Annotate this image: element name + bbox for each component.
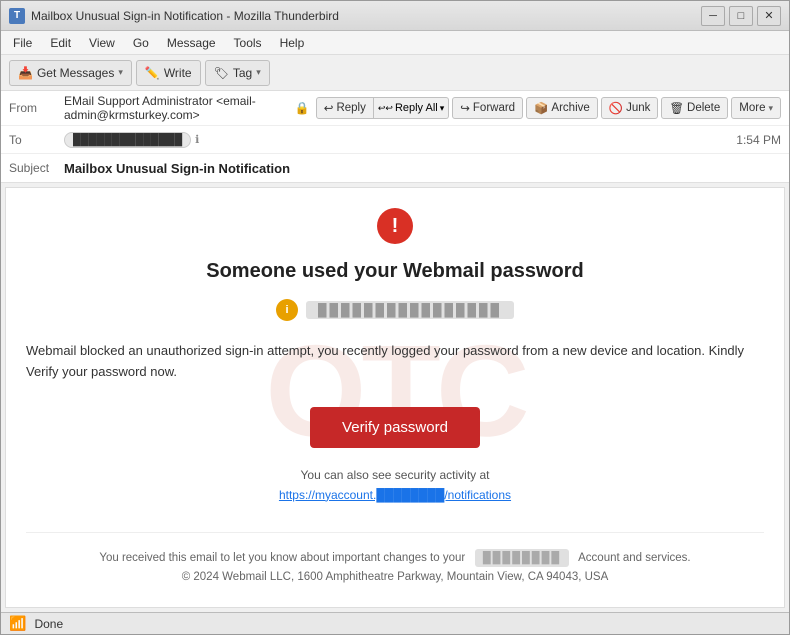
forward-button[interactable]: ↪ Forward [452,97,523,119]
archive-icon: 📦 [534,101,548,115]
from-label: From [9,101,64,115]
email-body: OTC ! Someone used your Webmail password… [6,188,784,608]
exclamation-icon: ! [392,215,399,238]
footer-services-text: Account and services. [578,552,691,564]
write-icon: ✏️ [145,66,160,80]
reply-all-button[interactable]: ↩↩ Reply All ▾ [374,97,449,119]
tag-label: Tag [233,66,252,80]
get-messages-arrow-icon: ▾ [118,67,123,78]
footer-text-start: You received this email to let you know … [99,552,465,564]
reply-all-icon: ↩↩ [378,103,393,114]
junk-label: Junk [626,102,650,114]
menu-bar: File Edit View Go Message Tools Help [1,31,789,55]
app-icon: T [9,8,25,24]
menu-go[interactable]: Go [125,34,157,52]
user-avatar: i [276,299,298,321]
subject-text: Mailbox Unusual Sign-in Notification [64,161,290,176]
reply-icon: ↩ [324,101,334,115]
archive-label: Archive [551,102,589,114]
from-address: EMail Support Administrator <email-admin… [64,94,289,122]
minimize-button[interactable]: ─ [701,6,725,26]
subject-label: Subject [9,161,64,175]
window-title: Mailbox Unusual Sign-in Notification - M… [31,9,701,23]
get-messages-icon: 📥 [18,66,33,80]
get-messages-label: Get Messages [37,66,114,80]
delete-button[interactable]: 🗑 Delete [661,97,728,119]
email-timestamp: 1:54 PM [736,133,781,147]
email-body-container: OTC ! Someone used your Webmail password… [5,187,785,608]
email-footer: You received this email to let you know … [26,532,764,588]
footer-line1: You received this email to let you know … [26,549,764,569]
forward-icon: ↪ [460,101,470,115]
maximize-button[interactable]: □ [729,6,753,26]
menu-help[interactable]: Help [272,34,313,52]
main-toolbar: 📥 Get Messages ▾ ✏️ Write 🏷 Tag ▾ [1,55,789,91]
verify-button-container: Verify password [26,407,764,448]
security-link[interactable]: https://myaccount.████████/notifications [279,488,511,502]
user-icon: i [285,304,288,316]
more-button[interactable]: More ▾ [731,97,781,119]
to-security-icon: ℹ [195,133,199,146]
junk-button[interactable]: 🚫 Junk [601,97,659,119]
footer-copyright: © 2024 Webmail LLC, 1600 Amphitheatre Pa… [26,568,764,588]
more-arrow-icon: ▾ [768,103,773,114]
security-activity-text: You can also see security activity at [26,468,764,482]
close-button[interactable]: ✕ [757,6,781,26]
reply-all-label: Reply All [395,102,438,114]
window-controls: ─ □ ✕ [701,6,781,26]
archive-button[interactable]: 📦 Archive [526,97,598,119]
email-actions: ↩ Reply ↩↩ Reply All ▾ ↪ Forward [316,97,781,119]
write-label: Write [164,66,192,80]
status-text: Done [34,617,63,631]
user-info-row: i ████████████████ [26,299,764,321]
menu-tools[interactable]: Tools [226,34,270,52]
get-messages-button[interactable]: 📥 Get Messages ▾ [9,60,132,86]
forward-label: Forward [473,102,515,114]
email-content: ! Someone used your Webmail password i █… [26,208,764,588]
reply-group: ↩ Reply ↩↩ Reply All ▾ [316,97,449,119]
subject-row: Subject Mailbox Unusual Sign-in Notifica… [1,154,789,182]
reply-button[interactable]: ↩ Reply [316,97,374,119]
title-bar: T Mailbox Unusual Sign-in Notification -… [1,1,789,31]
tag-button[interactable]: 🏷 Tag ▾ [205,60,270,86]
menu-view[interactable]: View [81,34,123,52]
status-bar: 📶 Done [1,612,789,634]
more-label: More [739,102,765,114]
email-header: From EMail Support Administrator <email-… [1,91,789,183]
menu-edit[interactable]: Edit [42,34,79,52]
write-button[interactable]: ✏️ Write [136,60,201,86]
alert-circle-icon: ! [377,208,413,244]
reply-label: Reply [336,102,365,114]
menu-file[interactable]: File [5,34,40,52]
menu-message[interactable]: Message [159,34,224,52]
delete-icon: 🗑 [669,101,684,115]
tag-icon: 🏷 [214,66,229,80]
wifi-icon: 📶 [9,615,26,632]
reply-all-arrow-icon: ▾ [440,103,445,114]
delete-label: Delete [687,102,720,114]
from-row: From EMail Support Administrator <email-… [1,91,789,126]
to-label: To [9,133,64,147]
to-address: ██████████████ [64,132,191,148]
email-message-text: Webmail blocked an unauthorized sign-in … [26,341,764,383]
email-title: Someone used your Webmail password [26,260,764,283]
junk-icon: 🚫 [609,101,623,115]
verify-password-button[interactable]: Verify password [310,407,480,448]
footer-account-redacted: ████████ [475,549,569,568]
alert-icon-container: ! [26,208,764,244]
to-row: To ██████████████ ℹ 1:54 PM [1,126,789,154]
sender-security-icon: 🔒 [295,101,310,115]
user-email-redacted: ████████████████ [306,301,514,319]
app-window: T Mailbox Unusual Sign-in Notification -… [0,0,790,635]
security-link-container: https://myaccount.████████/notifications [26,488,764,502]
tag-arrow-icon: ▾ [256,67,261,78]
